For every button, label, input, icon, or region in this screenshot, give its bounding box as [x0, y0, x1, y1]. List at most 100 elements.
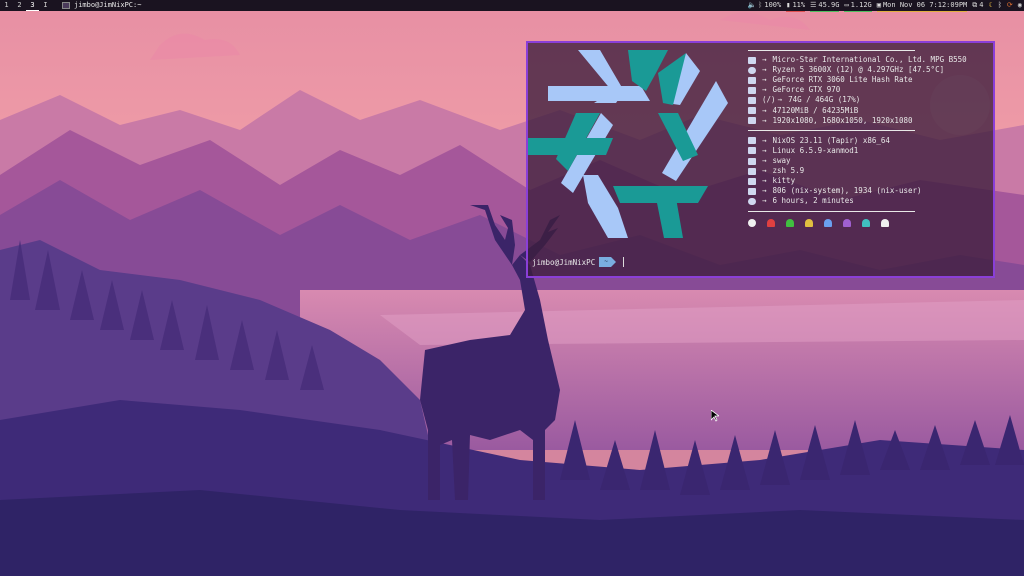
info-line-disk: (/) → 74G / 464G (17%): [748, 95, 967, 105]
info-line-resolution: → 1920x1080, 1680x1050, 1920x1080: [748, 116, 967, 126]
ghost-icon: [862, 218, 870, 227]
info-line-shell: → zsh 5.9: [748, 166, 967, 176]
resolution-text: 1920x1080, 1680x1050, 1920x1080: [772, 115, 913, 125]
brightness-text: 11%: [792, 0, 806, 9]
datetime-text: Mon Nov 06 7:12:09PM: [882, 0, 968, 9]
prompt-user: jimbo@JimNixPC: [532, 257, 596, 267]
info-line-cpu: → Ryzen 5 3600X (12) @ 4.297GHz [47.5°C]: [748, 65, 967, 75]
nixos-icon: [748, 137, 756, 145]
arrow: →: [762, 75, 767, 85]
arrow: →: [762, 115, 767, 125]
bluetooth-tray-icon[interactable]: ᛒ: [998, 0, 1002, 11]
cpu-icon: [748, 66, 756, 74]
info-line-gpu2: → GeForce GTX 970: [748, 85, 967, 95]
shell-icon: [748, 167, 756, 175]
window-icon: ⧉: [972, 1, 978, 9]
network-indicator[interactable]: ▭ 1.12G: [844, 0, 872, 12]
memory-icon: [748, 107, 756, 115]
disk-icon: [748, 97, 756, 105]
system-info: → Micro-Star International Co., Ltd. MPG …: [748, 45, 967, 227]
calendar-icon: ▣: [876, 0, 881, 9]
steam-icon[interactable]: ◉: [1018, 0, 1022, 11]
arrow: →: [762, 166, 767, 176]
ghost-icon: [843, 218, 851, 227]
info-line-memory: → 47120MiB / 64235MiB: [748, 106, 967, 116]
arrow: →: [762, 65, 767, 75]
terminal-window[interactable]: → Micro-Star International Co., Ltd. MPG …: [526, 41, 995, 278]
wm-text: sway: [772, 156, 791, 166]
gpu-icon: [748, 86, 756, 94]
info-line-packages: → 806 (nix-system), 1934 (nix-user): [748, 186, 967, 196]
pacman-icon: [748, 218, 756, 227]
arrow: →: [777, 95, 783, 105]
info-line-gpu1: → GeForce RTX 3060 Lite Hash Rate: [748, 75, 967, 85]
cpu-text: Ryzen 5 3600X (12) @ 4.297GHz [47.5°C]: [772, 65, 945, 75]
memory-icon: ☰: [810, 0, 817, 9]
text-cursor: [622, 257, 624, 267]
mouse-pointer-icon: [711, 410, 719, 422]
top-bar: 1 2 3 I jimbo@JimNixPC:~ 🔈 ᛒ 100% ▮ 11% ☰ 45…: [0, 0, 1024, 12]
separator: [748, 207, 967, 217]
linux-icon: [748, 147, 756, 155]
os-text: NixOS 23.11 (Tapir) x86_64: [772, 135, 890, 145]
ghost-icon: [805, 218, 813, 227]
arrow: →: [762, 156, 767, 166]
network-icon: ▭: [844, 0, 849, 9]
workspace-2[interactable]: 2: [13, 0, 26, 11]
uptime-text: 6 hours, 2 minutes: [772, 196, 854, 206]
arrow: →: [762, 176, 767, 186]
sync-icon[interactable]: ⟳: [1007, 0, 1013, 11]
night-mode-icon[interactable]: ☾: [988, 0, 992, 11]
color-palette: [748, 218, 967, 227]
info-line-board: → Micro-Star International Co., Ltd. MPG …: [748, 55, 967, 65]
info-line-terminal: → kitty: [748, 176, 967, 186]
info-line-os: → NixOS 23.11 (Tapir) x86_64: [748, 136, 967, 146]
arrow: →: [762, 105, 767, 115]
brightness-indicator[interactable]: ▮ 11%: [786, 0, 806, 12]
separator: [748, 45, 967, 55]
laptop-icon: [748, 56, 756, 64]
workspace-3[interactable]: 3: [26, 0, 39, 11]
gpu-icon: [748, 76, 756, 84]
arrow: →: [762, 186, 767, 196]
status-area: 🔈 ᛒ 100% ▮ 11% ☰ 45.9G ▭ 1.12G ▣ Mon Nov 06 7:…: [747, 0, 1022, 12]
shell-text: zsh 5.9: [772, 166, 805, 176]
memory-indicator[interactable]: ☰ 45.9G: [810, 0, 840, 12]
packages-text: 806 (nix-system), 1934 (nix-user): [772, 186, 922, 196]
ghost-icon: [881, 218, 889, 227]
nixos-logo: [528, 50, 728, 238]
ghost-icon: [767, 218, 775, 227]
arrow: →: [762, 135, 767, 145]
tray-count: 4: [979, 1, 984, 9]
network-text: 1.12G: [850, 0, 872, 9]
memory-text: 45.9G: [818, 0, 840, 9]
terminal-text: kitty: [772, 176, 796, 186]
workspace-1[interactable]: 1: [0, 0, 13, 11]
arrow: →: [762, 85, 767, 95]
memory-text: 47120MiB / 64235MiB: [772, 105, 859, 115]
ghost-icon: [786, 218, 794, 227]
arrow: →: [762, 196, 767, 206]
disk-text: 74G / 464G (17%): [788, 95, 861, 105]
terminal-icon: [748, 177, 756, 185]
arrow: →: [762, 145, 767, 155]
volume-text: 100%: [764, 1, 782, 9]
tray-windows[interactable]: ⧉ 4: [972, 0, 983, 11]
arrow: →: [762, 55, 767, 65]
window-title-text: jimbo@JimNixPC:~: [74, 1, 142, 9]
gpu2-text: GeForce GTX 970: [772, 85, 841, 95]
board-text: Micro-Star International Co., Ltd. MPG B…: [772, 55, 967, 65]
kernel-text: Linux 6.5.9-xanmod1: [772, 145, 859, 155]
terminal-icon: [62, 2, 70, 9]
clock[interactable]: ▣ Mon Nov 06 7:12:09PM: [876, 0, 968, 12]
battery-icon: ▮: [786, 0, 791, 9]
prompt-directory: ~: [599, 257, 616, 267]
info-line-kernel: → Linux 6.5.9-xanmod1: [748, 146, 967, 156]
info-line-wm: → sway: [748, 156, 967, 166]
volume-indicator[interactable]: 🔈 ᛒ 100%: [747, 0, 781, 11]
gpu1-text: GeForce RTX 3060 Lite Hash Rate: [772, 75, 913, 85]
window-icon: [748, 157, 756, 165]
bluetooth-icon: ᛒ: [758, 1, 763, 9]
workspace-4[interactable]: I: [39, 0, 52, 11]
shell-prompt[interactable]: jimbo@JimNixPC ~: [532, 257, 624, 267]
